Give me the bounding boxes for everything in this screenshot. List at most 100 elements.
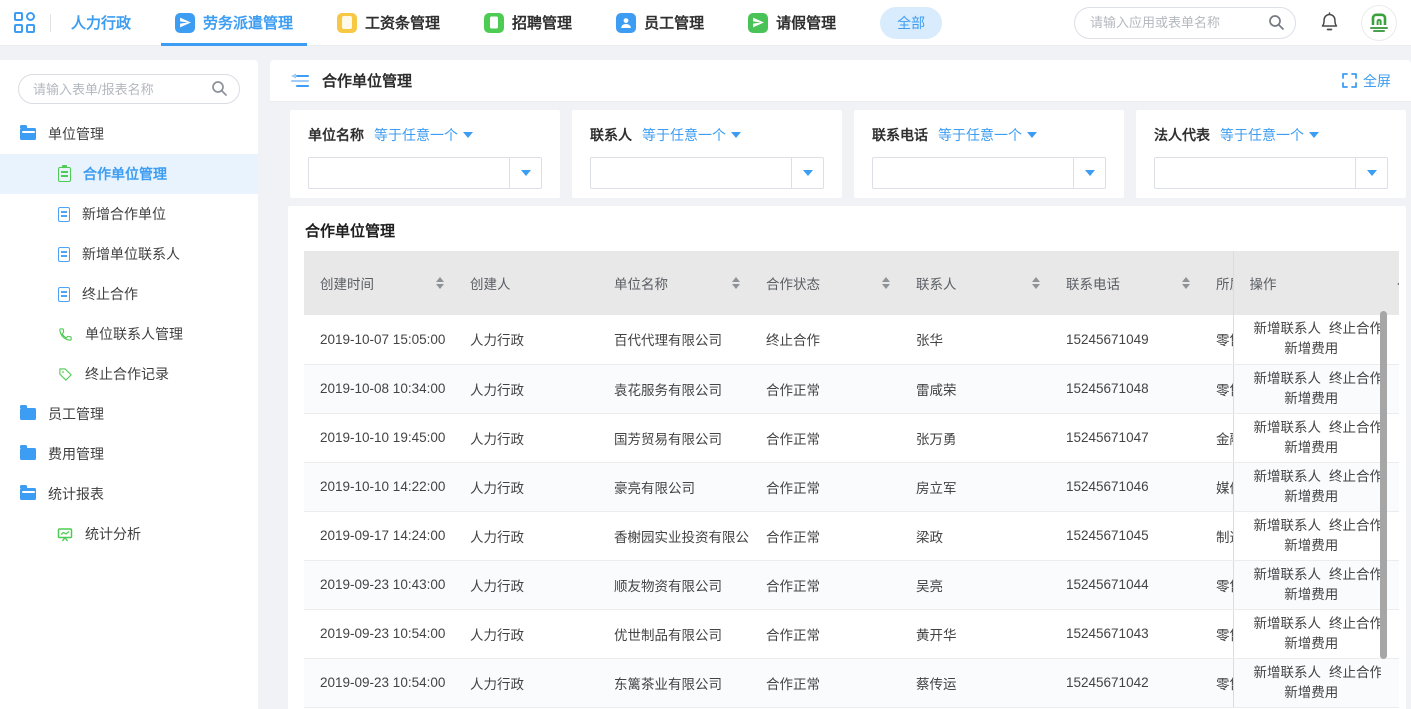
action-add-fee-link[interactable]: 新增费用 (1284, 341, 1338, 356)
action-terminate-cooperation-link[interactable]: 终止合作 (1329, 665, 1381, 680)
action-add-fee-link[interactable]: 新增费用 (1284, 391, 1338, 406)
sidebar-item-label: 终止合作 (82, 284, 138, 304)
sort-icon[interactable] (436, 277, 444, 289)
sidebar-search-input[interactable] (18, 74, 240, 104)
filter-value-select[interactable] (590, 157, 824, 189)
column-header-3[interactable]: 合作状态 (750, 251, 900, 315)
filter-value-select[interactable] (872, 157, 1106, 189)
action-add-contact-link[interactable]: 新增联系人 (1254, 469, 1322, 484)
filter-operator-dropdown[interactable]: 等于任意一个 (374, 125, 473, 145)
user-avatar-logo[interactable] (1361, 5, 1397, 41)
column-label: 联系电话 (1066, 273, 1120, 293)
search-icon[interactable] (1268, 14, 1285, 36)
search-icon[interactable] (211, 80, 228, 102)
caret-down-icon (1085, 170, 1095, 176)
filter-value-select[interactable] (308, 157, 542, 189)
action-add-fee-link[interactable]: 新增费用 (1284, 685, 1338, 700)
cell-contact: 黄开华 (900, 609, 1050, 658)
action-add-fee-link[interactable]: 新增费用 (1284, 636, 1338, 651)
cell-company-name: 豪亮有限公司 (598, 462, 750, 511)
sidebar-item-1[interactable]: 合作单位管理 (0, 154, 258, 194)
cell-contact: 房立军 (900, 462, 1050, 511)
sort-icon[interactable] (732, 277, 740, 289)
vertical-scrollbar[interactable] (1380, 311, 1387, 659)
sidebar-folder-9[interactable]: 统计报表 (0, 474, 258, 514)
page-title: 合作单位管理 (322, 70, 412, 91)
sidebar-folder-7[interactable]: 员工管理 (0, 394, 258, 434)
action-line-1: 新增联系人终止合作 (1250, 516, 1374, 536)
grid-square (14, 12, 23, 21)
column-header-5[interactable]: 联系电话 (1050, 251, 1200, 315)
fullscreen-button[interactable]: 全屏 (1342, 71, 1391, 91)
topnav-item-2[interactable]: 工资条管理 (337, 0, 440, 46)
sidebar-item-10[interactable]: 统计分析 (0, 514, 258, 554)
sidebar-item-2[interactable]: 新增合作单位 (0, 194, 258, 234)
topbar-search-input[interactable] (1074, 7, 1296, 39)
column-label: 单位名称 (614, 273, 668, 293)
topnav-item-5[interactable]: 请假管理 (748, 0, 836, 46)
cell-company-name: 百代代理有限公司 (598, 315, 750, 364)
sidebar-folder-0[interactable]: 单位管理 (0, 114, 258, 154)
action-add-contact-link[interactable]: 新增联系人 (1254, 321, 1322, 336)
action-terminate-cooperation-link[interactable]: 终止合作 (1329, 616, 1381, 631)
filter-operator-dropdown[interactable]: 等于任意一个 (642, 125, 741, 145)
filter-value-select[interactable] (1154, 157, 1388, 189)
cell-created-at: 2019-09-23 10:43:00 (304, 560, 454, 609)
action-add-fee-link[interactable]: 新增费用 (1284, 489, 1338, 504)
action-terminate-cooperation-link[interactable]: 终止合作 (1329, 420, 1381, 435)
column-header-0[interactable]: 创建时间 (304, 251, 454, 315)
topnav-item-4[interactable]: 员工管理 (616, 0, 704, 46)
action-line-2: 新增费用 (1250, 634, 1374, 654)
select-caret[interactable] (1073, 158, 1105, 188)
action-terminate-cooperation-link[interactable]: 终止合作 (1329, 518, 1381, 533)
logo-caption (1370, 26, 1388, 32)
sidebar-item-4[interactable]: 终止合作 (0, 274, 258, 314)
sidebar-item-label: 单位联系人管理 (85, 324, 183, 344)
apps-grid-icon[interactable] (14, 12, 36, 34)
column-header-inner: 创建人 (470, 273, 588, 293)
action-add-contact-link[interactable]: 新增联系人 (1254, 420, 1322, 435)
collapse-sidebar-icon[interactable] (290, 73, 310, 89)
action-add-contact-link[interactable]: 新增联系人 (1254, 616, 1322, 631)
action-terminate-cooperation-link[interactable]: 终止合作 (1329, 371, 1381, 386)
column-header-inner: 单位名称 (614, 273, 740, 293)
action-add-contact-link[interactable]: 新增联系人 (1254, 371, 1322, 386)
cell-industry: 零售 (1200, 364, 1233, 413)
topnav-item-1[interactable]: 劳务派遣管理 (175, 0, 293, 46)
sidebar-folder-label: 费用管理 (48, 444, 104, 464)
column-label: 合作状态 (766, 273, 820, 293)
action-terminate-cooperation-link[interactable]: 终止合作 (1329, 469, 1381, 484)
sidebar-folder-8[interactable]: 费用管理 (0, 434, 258, 474)
sort-icon[interactable] (882, 277, 890, 289)
sidebar-item-6[interactable]: 终止合作记录 (0, 354, 258, 394)
action-add-contact-link[interactable]: 新增联系人 (1254, 665, 1322, 680)
topnav-item-3[interactable]: 招聘管理 (484, 0, 572, 46)
cell-company-name: 顺友物资有限公司 (598, 560, 750, 609)
action-add-contact-link[interactable]: 新增联系人 (1254, 567, 1322, 582)
filter-operator-text: 等于任意一个 (1220, 125, 1304, 145)
filter-label: 联系人 (590, 125, 632, 145)
action-add-fee-link[interactable]: 新增费用 (1284, 538, 1338, 553)
select-caret[interactable] (791, 158, 823, 188)
filter-operator-dropdown[interactable]: 等于任意一个 (938, 125, 1037, 145)
cell-status: 合作正常 (750, 462, 900, 511)
all-apps-pill[interactable]: 全部 (880, 7, 942, 39)
sort-icon[interactable] (1032, 277, 1040, 289)
column-header-4[interactable]: 联系人 (900, 251, 1050, 315)
action-terminate-cooperation-link[interactable]: 终止合作 (1329, 567, 1381, 582)
action-add-fee-link[interactable]: 新增费用 (1284, 440, 1338, 455)
action-add-fee-link[interactable]: 新增费用 (1284, 587, 1338, 602)
topnav-item-0[interactable]: 人力行政 (71, 0, 131, 46)
table-row-0: 2019-10-07 15:05:00人力行政百代代理有限公司终止合作张华152… (304, 315, 1399, 364)
select-caret[interactable] (1355, 158, 1387, 188)
sort-icon[interactable] (1182, 277, 1190, 289)
column-header-2[interactable]: 单位名称 (598, 251, 750, 315)
sidebar-item-3[interactable]: 新增单位联系人 (0, 234, 258, 274)
action-add-contact-link[interactable]: 新增联系人 (1254, 518, 1322, 533)
sidebar-item-5[interactable]: 单位联系人管理 (0, 314, 258, 354)
filter-operator-dropdown[interactable]: 等于任意一个 (1220, 125, 1319, 145)
sidebar: 单位管理合作单位管理新增合作单位新增单位联系人终止合作单位联系人管理终止合作记录… (0, 60, 258, 709)
action-terminate-cooperation-link[interactable]: 终止合作 (1329, 321, 1381, 336)
select-caret[interactable] (509, 158, 541, 188)
notification-bell-icon[interactable] (1320, 12, 1339, 33)
